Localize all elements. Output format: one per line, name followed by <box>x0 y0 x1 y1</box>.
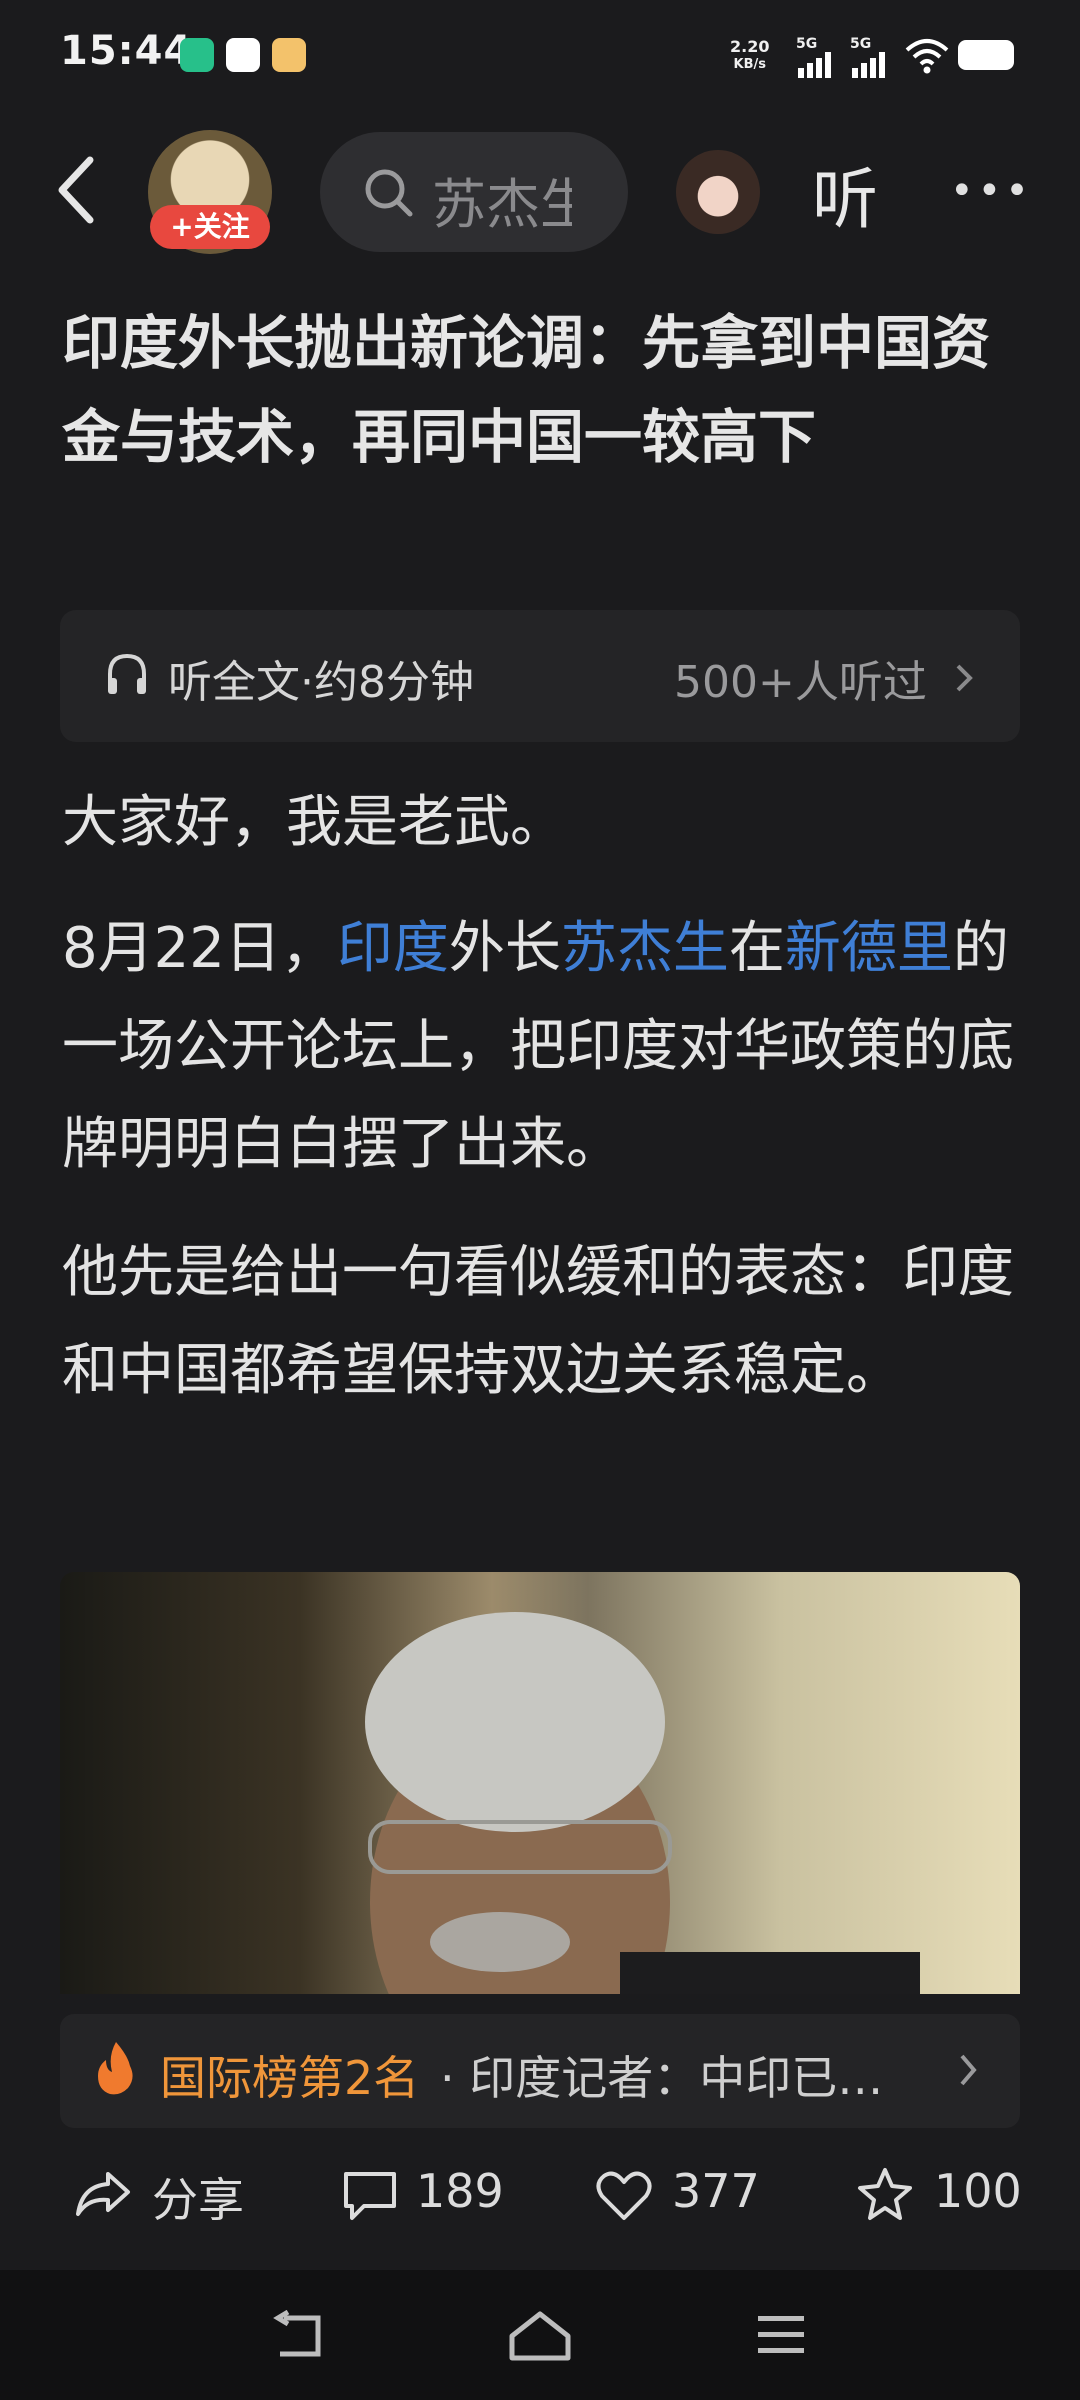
favorite-count[interactable]: 100 <box>934 2164 1022 2218</box>
network-speed: 2.20 KB/s <box>730 37 770 73</box>
system-home-icon[interactable] <box>508 2308 572 2364</box>
paragraph: 他先是给出一句看似缓和的表态：印度和中国都希望保持双边关系稳定。 <box>62 1240 1014 1403</box>
comment-count[interactable]: 189 <box>416 2164 504 2218</box>
ranking-headline: · 印度记者：中印已… <box>440 2051 884 2105</box>
search-box[interactable]: 苏杰生 <box>320 132 628 252</box>
share-button[interactable]: 分享 <box>152 2164 244 2230</box>
article-photo[interactable] <box>60 1572 1020 1994</box>
paragraph: 8月22日，印度外长苏杰生在新德里的一场公开论坛上，把印度对华政策的底牌明明白白… <box>62 916 1014 1177</box>
system-menu-icon[interactable] <box>756 2312 806 2358</box>
ranking-title: 国际榜第2名 <box>160 2051 420 2105</box>
app-notification-icon <box>272 38 306 72</box>
link-new-delhi[interactable]: 新德里 <box>785 916 953 981</box>
like-count[interactable]: 377 <box>672 2164 760 2218</box>
headphones-icon <box>108 653 146 694</box>
chevron-right-icon <box>960 2054 977 2086</box>
search-icon <box>365 169 413 217</box>
assistant-avatar[interactable] <box>676 150 760 234</box>
search-text: 苏杰生 <box>432 173 572 236</box>
system-navigation-bar <box>0 2270 1080 2400</box>
app-notification-icon <box>226 38 260 72</box>
fire-icon <box>98 2042 133 2095</box>
system-back-icon[interactable] <box>270 2310 330 2362</box>
like-icon[interactable] <box>596 2170 652 2222</box>
app-notification-icon <box>180 38 214 72</box>
link-jaishankar[interactable]: 苏杰生 <box>561 916 729 981</box>
status-time: 15:44 <box>60 28 193 74</box>
article-title: 印度外长抛出新论调：先拿到中国资金与技术，再同中国一较高下 <box>62 309 991 471</box>
more-icon[interactable]: ••• <box>950 168 1033 214</box>
chevron-right-icon <box>956 664 973 692</box>
battery-icon <box>958 40 1014 70</box>
status-bar: 15:44 2.20 KB/s 5G 5G <box>0 0 1080 112</box>
comment-icon[interactable] <box>342 2170 398 2222</box>
signal-5g-icon: 5G <box>850 36 890 80</box>
back-arrow-icon[interactable] <box>50 150 110 230</box>
signal-5g-icon: 5G <box>796 36 836 80</box>
link-india[interactable]: 印度 <box>337 916 449 981</box>
wifi-icon <box>905 39 949 74</box>
listen-button[interactable]: 听 <box>812 146 878 242</box>
paragraph: 大家好，我是老武。 <box>62 790 566 855</box>
audio-label: 听全文·约8分钟 <box>168 657 474 708</box>
audio-listen-count: 500+人听过 <box>674 657 927 708</box>
follow-button[interactable]: +关注 <box>150 205 270 249</box>
favorite-star-icon[interactable] <box>856 2166 914 2222</box>
share-icon[interactable] <box>74 2168 132 2220</box>
